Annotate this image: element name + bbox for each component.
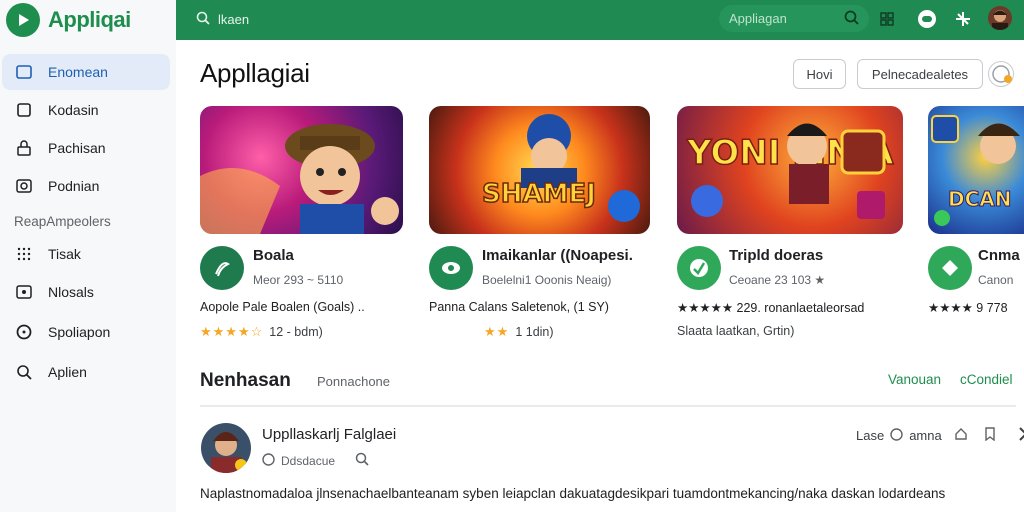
app-subtitle: Ceoane 23 103 ★ (729, 273, 826, 287)
divider (200, 405, 1016, 407)
app-subtitle: Canon (978, 273, 1014, 287)
sidebar-section-title: ReapAmpeolers (14, 213, 111, 229)
sidebar-item-tisak[interactable]: Tisak (0, 236, 176, 272)
app-banner-image: YONI MNIA (677, 106, 903, 234)
page-title: Appllagiai (200, 58, 310, 88)
app-icon[interactable] (677, 246, 721, 290)
lock-icon (16, 140, 32, 156)
search-input[interactable]: lkaen (196, 8, 249, 30)
home-icon[interactable] (954, 427, 968, 444)
square-icon (16, 102, 32, 118)
section-link[interactable]: Vanouan (888, 372, 941, 387)
image-icon (16, 284, 32, 300)
sidebar-item-enomean[interactable]: Enomean (2, 54, 170, 90)
sidebar-item-label: Kodasin (48, 102, 99, 118)
sidebar-item-kodasin[interactable]: Kodasin (0, 92, 176, 128)
grid-icon (16, 246, 32, 262)
list-item-actions: Lase amna (856, 426, 1024, 445)
section-link[interactable]: cCondiel (960, 372, 1013, 387)
app-card[interactable]: YONI MNIA (677, 106, 903, 234)
app-banner-image: DCAN (928, 106, 1024, 234)
sidebar-nav: Enomean Kodasin Pachisan Podnian ReapAmp… (0, 54, 176, 392)
search-icon[interactable] (355, 452, 369, 469)
list-item-meta-text: Ddsdacue (281, 453, 336, 468)
sidebar-item-pachisan[interactable]: Pachisan (0, 130, 176, 166)
list-item-title[interactable]: Uppllaskarlj Falglaei (262, 426, 396, 443)
sidebar-item-label: Pachisan (48, 140, 106, 156)
profile-badge-icon[interactable] (988, 61, 1014, 87)
app-card[interactable] (200, 106, 403, 234)
app-card[interactable]: SHAMEJ (429, 106, 650, 234)
preferences-button[interactable]: Pelnecadealetes (857, 59, 983, 89)
search-placeholder: lkaen (218, 11, 250, 27)
app-search-placeholder: Appliagan (729, 11, 787, 26)
search-icon (196, 11, 210, 28)
sidebar-item-label: Spoliapon (48, 324, 111, 340)
rating-count: 12 - bdm) (269, 325, 323, 339)
rectangle-icon (16, 64, 32, 80)
banner-title: DCAN (948, 187, 1012, 211)
sidebar: Appliqai Enomean Kodasin Pachisan Podnia… (0, 0, 176, 512)
brand[interactable]: Appliqai (6, 2, 131, 38)
sidebar-item-label: Nlosals (48, 284, 94, 300)
app-title[interactable]: Boala (253, 247, 294, 264)
app-banner-image (200, 106, 403, 234)
app-search-field[interactable]: Appliagan (719, 5, 869, 32)
sidebar-item-nlosals[interactable]: Nlosals (0, 274, 176, 310)
sidebar-item-label: Tisak (48, 246, 81, 262)
how-button[interactable]: Hovi (793, 59, 846, 89)
sidebar-item-label: Podnian (48, 178, 100, 194)
avatar[interactable] (988, 6, 1012, 30)
chevron-right-icon[interactable] (1018, 426, 1024, 445)
gamepad-icon[interactable] (916, 8, 938, 30)
rating-count: 1 1din) (515, 325, 554, 339)
avatar[interactable] (201, 423, 251, 473)
app-card[interactable]: DCAN (928, 106, 1024, 234)
bookmark-icon[interactable] (984, 427, 996, 444)
app-icon[interactable] (429, 246, 473, 290)
apps-grid-icon[interactable] (876, 8, 898, 30)
action-label[interactable]: amna (909, 428, 942, 443)
sidebar-item-podnian[interactable]: Podnian (0, 168, 176, 204)
sidebar-item-spoliapon[interactable]: Spoliapon (0, 314, 176, 350)
app-description: Panna Calans Saletenok, (1 SY) (429, 300, 609, 314)
brand-name: Appliqai (48, 7, 131, 32)
clock-icon (890, 427, 903, 444)
rating-stars: ★★★★☆ (200, 324, 264, 339)
action-text[interactable]: Lase (856, 428, 884, 443)
app-subtitle: Meor 293 ~ 5110 (253, 273, 344, 287)
sidebar-item-aplien[interactable]: Aplien (0, 354, 176, 390)
top-bar: lkaen Appliagan (176, 0, 1024, 40)
list-item-description: Naplastnomadaloa jlnsenachaelbanteanam s… (200, 486, 946, 501)
search-icon (844, 10, 859, 28)
app-description: Aopole Pale Boalen (Goals) .. (200, 300, 365, 314)
app-title[interactable]: Tripld doeras (729, 247, 823, 264)
app-rating: ★★★★☆ 12 - bdm) (200, 324, 323, 340)
app-icon[interactable] (928, 246, 972, 290)
app-rating: ★★ 1 1din) (484, 324, 554, 340)
app-title[interactable]: Imaikanlar ((Noapesi. (482, 247, 633, 264)
sidebar-item-label: Aplien (48, 364, 87, 380)
app-title[interactable]: Cnma (978, 247, 1020, 264)
banner-title: SHAMEJ (482, 179, 596, 209)
search-icon (16, 364, 32, 380)
clock-icon (262, 452, 275, 469)
section-subtitle[interactable]: Ponnachone (317, 374, 390, 389)
rating-count: Slaata laatkan, Grtin) (677, 324, 795, 338)
play-logo-icon (6, 3, 40, 37)
sidebar-item-label: Enomean (48, 64, 108, 80)
app-rating: Slaata laatkan, Grtin) (677, 324, 794, 338)
settings-icon[interactable] (952, 8, 974, 30)
section-title: Nenhasan (200, 370, 291, 391)
circle-icon (16, 324, 32, 340)
list-item-meta: Ddsdacue (262, 452, 369, 469)
camera-icon (16, 178, 32, 194)
app-icon[interactable] (200, 246, 244, 290)
app-subtitle: Boelelni1 Ooonis Neaig) (482, 273, 612, 287)
app-description: ★★★★ 9 778 (928, 301, 1008, 315)
rating-stars: ★★ (484, 324, 510, 339)
app-description: ★★★★★ 229. ronanlaetaleorsad (677, 301, 865, 315)
app-banner-image: SHAMEJ (429, 106, 650, 234)
